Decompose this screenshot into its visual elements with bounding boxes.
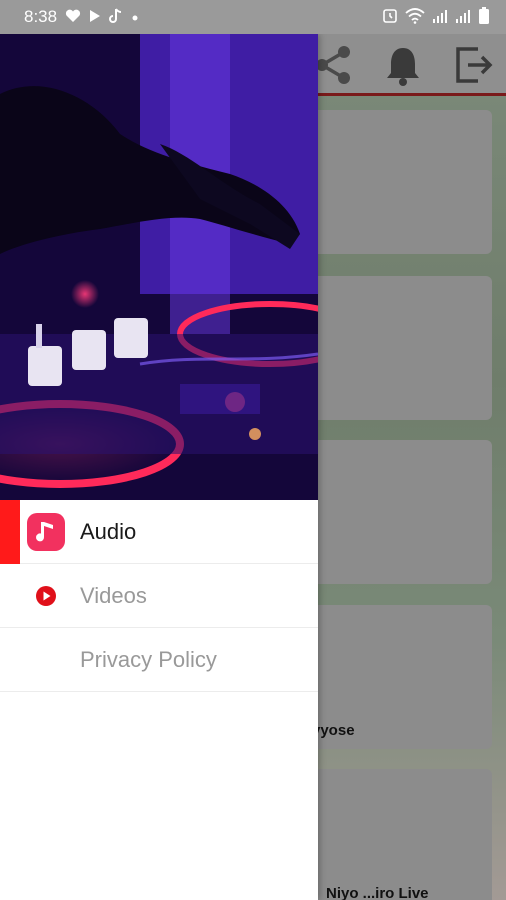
menu-item-privacy-policy[interactable]: Privacy Policy	[0, 628, 318, 692]
bell-icon[interactable]	[380, 42, 426, 93]
battery-icon	[478, 7, 490, 27]
tiktok-icon	[109, 8, 123, 26]
drawer-menu: Audio Videos Privacy Policy	[0, 500, 318, 692]
content-card[interactable]	[308, 769, 492, 900]
wifi-icon	[405, 8, 425, 26]
signal-icon	[432, 9, 448, 25]
navigation-drawer: Audio Videos Privacy Policy	[0, 34, 318, 900]
play-icon	[89, 9, 101, 25]
content-card[interactable]	[308, 440, 492, 584]
menu-item-label: Audio	[80, 518, 137, 544]
screen: 8:38 vyose Niyo ...iro Live Audio Videos…	[0, 0, 506, 900]
dot-icon	[131, 10, 139, 24]
play-circle-icon	[27, 577, 65, 615]
heart-icon	[65, 9, 81, 25]
drawer-header-image	[0, 34, 318, 500]
music-note-icon	[27, 512, 65, 551]
exit-icon[interactable]	[450, 42, 496, 93]
card-caption: vyose	[312, 722, 355, 739]
menu-item-videos[interactable]: Videos	[0, 564, 318, 628]
signal-icon	[455, 9, 471, 25]
alarm-icon	[382, 8, 398, 26]
menu-item-label: Privacy Policy	[80, 646, 217, 672]
active-indicator	[0, 500, 20, 564]
menu-item-label: Videos	[80, 582, 147, 608]
content-card[interactable]	[308, 110, 492, 254]
menu-item-audio[interactable]: Audio	[0, 500, 318, 564]
status-time: 8:38	[24, 7, 58, 26]
status-bar: 8:38	[0, 0, 506, 34]
card-caption: Niyo ...iro Live	[326, 885, 429, 900]
content-card[interactable]	[308, 276, 492, 420]
